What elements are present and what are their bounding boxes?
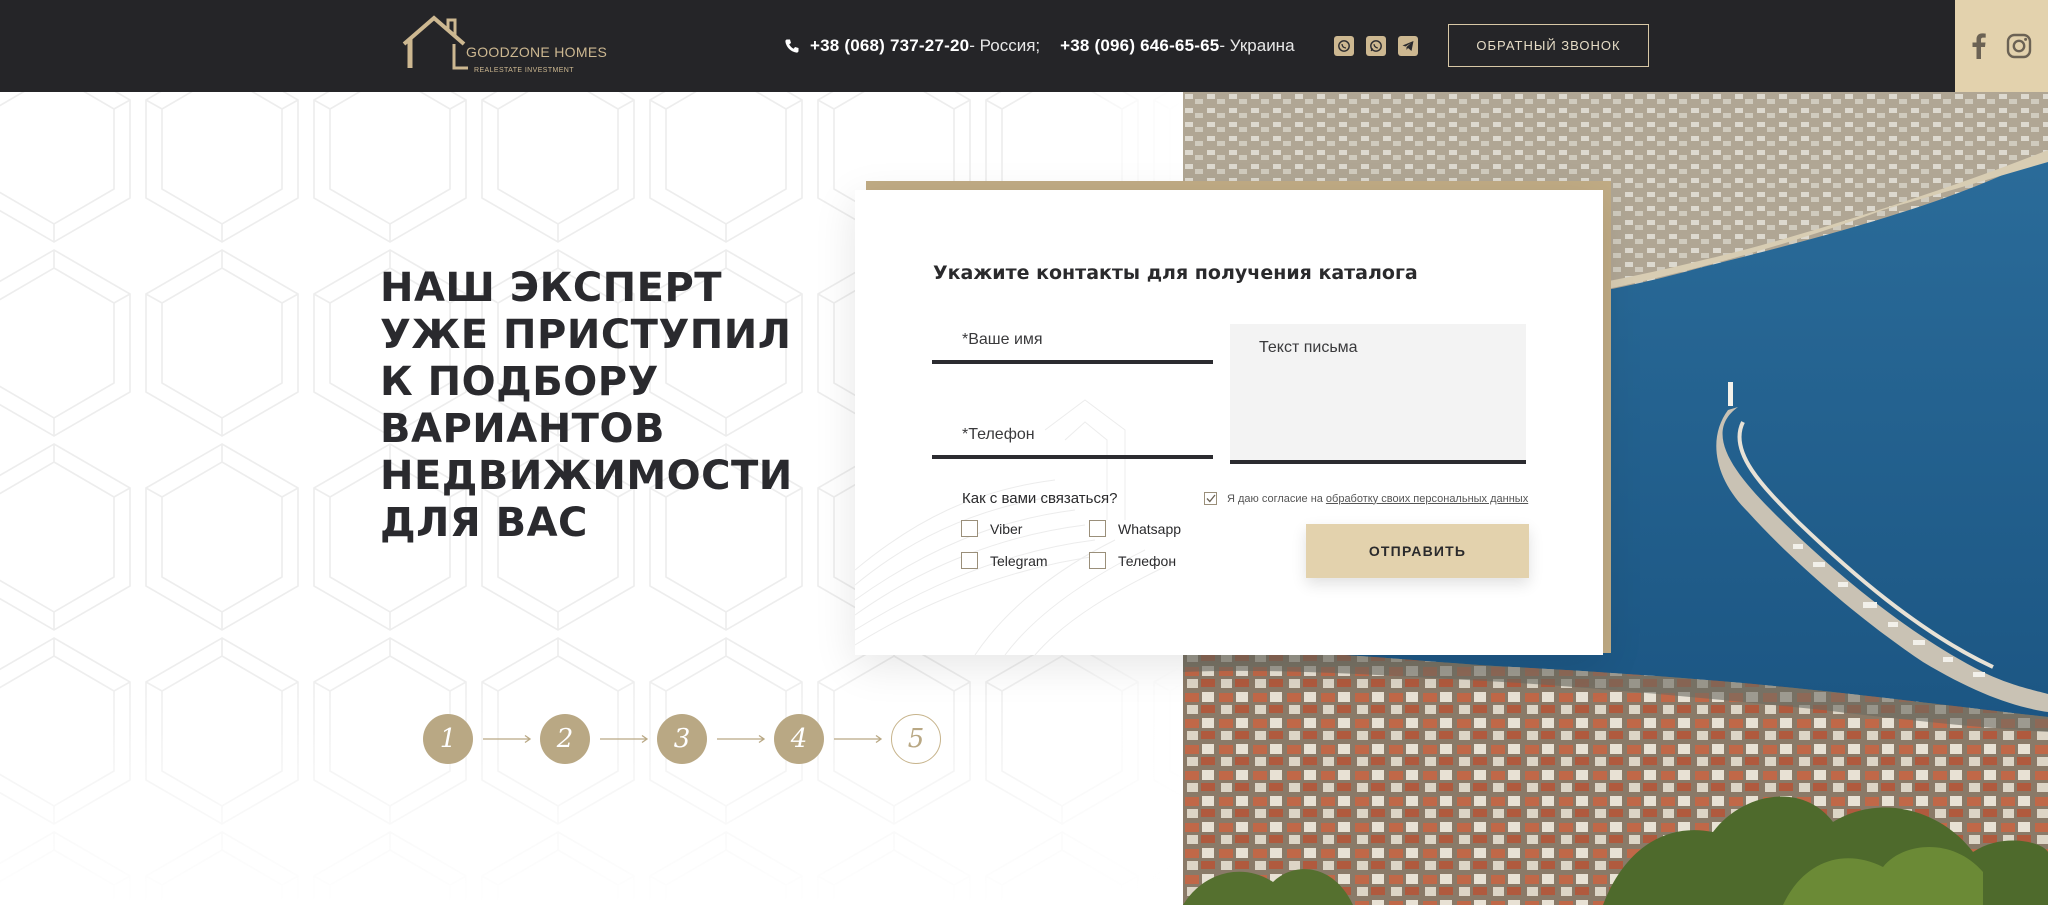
- checkbox[interactable]: [1089, 520, 1106, 537]
- phone-block: +38 (068) 737-27-20 - Россия; +38 (096) …: [784, 32, 1295, 60]
- name-field: [932, 320, 1213, 364]
- step-3: 3: [657, 714, 707, 764]
- phone-russia-number[interactable]: +38 (068) 737-27-20: [810, 36, 969, 56]
- phone-ukraine-number[interactable]: +38 (096) 646-65-65: [1060, 36, 1219, 56]
- messenger-links: [1334, 36, 1418, 56]
- contact-option-phone[interactable]: Телефон: [1089, 552, 1176, 569]
- whatsapp-icon[interactable]: [1366, 36, 1386, 56]
- consent-text: Я даю согласие на: [1227, 492, 1323, 505]
- checkmark-icon: [1206, 494, 1216, 503]
- step-1: 1: [423, 714, 473, 764]
- contact-method-question: Как с вами связаться?: [962, 490, 1118, 507]
- viber-icon[interactable]: [1334, 36, 1354, 56]
- checkbox[interactable]: [961, 520, 978, 537]
- instagram-icon[interactable]: [2006, 33, 2032, 59]
- contact-option-label: Whatsapp: [1118, 520, 1182, 537]
- phone-icon: [785, 39, 799, 53]
- headline-line-2: УЖЕ ПРИСТУПИЛ: [380, 312, 792, 358]
- name-input[interactable]: [932, 320, 1213, 360]
- contact-option-viber[interactable]: Viber: [961, 520, 1022, 537]
- consent-checkbox[interactable]: [1204, 492, 1217, 505]
- step-2: 2: [540, 714, 590, 764]
- phone-russia-country: - Россия;: [969, 36, 1041, 55]
- logo-name: GOODZONE HOMES: [466, 44, 608, 60]
- contact-option-whatsapp[interactable]: Whatsapp: [1089, 520, 1181, 537]
- headline-line-3: К ПОДБОРУ: [380, 359, 659, 405]
- headline-line-5: НЕДВИЖИМОСТИ: [380, 453, 793, 499]
- site-header: GOODZONE HOMES REALESTATE INVESTMENT +38…: [0, 0, 2048, 92]
- callback-button[interactable]: ОБРАТНЫЙ ЗВОНОК: [1448, 24, 1649, 67]
- message-textarea[interactable]: [1230, 324, 1526, 460]
- privacy-policy-link[interactable]: обработку своих персональных данных: [1326, 493, 1528, 505]
- contact-option-label: Telegram: [990, 552, 1048, 569]
- contact-option-telegram[interactable]: Telegram: [961, 552, 1048, 569]
- catalog-request-form: Укажите контакты для получения каталога …: [855, 190, 1603, 655]
- hero-headline: НАШ ЭКСПЕРТ УЖЕ ПРИСТУПИЛ К ПОДБОРУ ВАРИ…: [380, 265, 800, 547]
- facebook-icon[interactable]: [1972, 33, 1986, 59]
- logo[interactable]: GOODZONE HOMES REALESTATE INVESTMENT: [398, 14, 607, 80]
- contact-option-label: Телефон: [1118, 552, 1177, 569]
- headline-line-6: ДЛЯ ВАС: [380, 500, 588, 546]
- headline-line-1: НАШ ЭКСПЕРТ: [380, 265, 723, 311]
- step-5-current: 5: [891, 714, 941, 764]
- phone-field: [932, 415, 1213, 459]
- phone-ukraine-country: - Украина: [1219, 36, 1295, 55]
- contact-option-label: Viber: [990, 520, 1023, 537]
- phone-input[interactable]: [932, 415, 1213, 455]
- step-4: 4: [774, 714, 824, 764]
- telegram-icon[interactable]: [1398, 36, 1418, 56]
- progress-steps: 1 2 3 4 5: [423, 714, 941, 764]
- logo-tagline: REALESTATE INVESTMENT: [474, 67, 574, 74]
- consent-row: Я даю согласие на обработку своих персон…: [1204, 492, 1528, 505]
- arrow-right-icon: [590, 714, 657, 764]
- arrow-right-icon: [824, 714, 891, 764]
- headline-line-4: ВАРИАНТОВ: [380, 406, 665, 452]
- message-field: [1230, 324, 1526, 464]
- arrow-right-icon: [473, 714, 540, 764]
- arrow-right-icon: [707, 714, 774, 764]
- submit-button[interactable]: ОТПРАВИТЬ: [1306, 524, 1529, 578]
- checkbox[interactable]: [961, 552, 978, 569]
- checkbox[interactable]: [1089, 552, 1106, 569]
- form-title: Укажите контакты для получения каталога: [933, 262, 1418, 284]
- social-links: [1955, 0, 2048, 92]
